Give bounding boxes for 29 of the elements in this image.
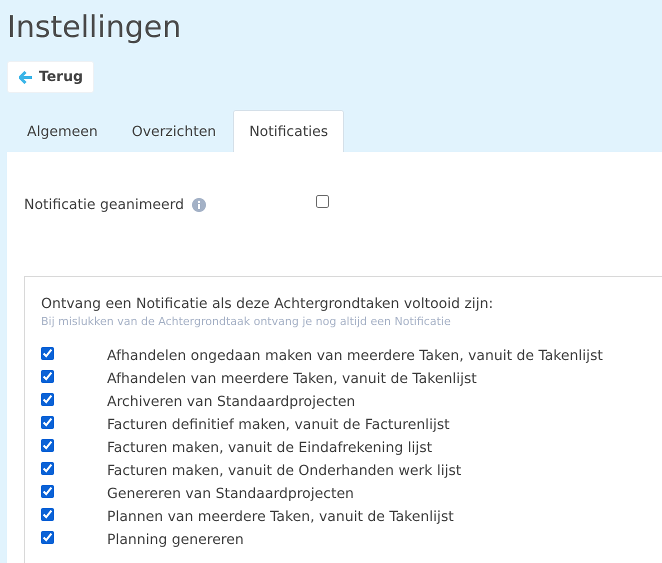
info-icon — [192, 198, 206, 212]
page-title: Instellingen — [7, 9, 182, 46]
task-label: Planning genereren — [107, 532, 244, 548]
checkbox[interactable] — [41, 393, 54, 406]
tab[interactable]: Notificaties — [233, 110, 344, 152]
panel-note: Bij mislukken van de Achtergrondtaak ontvang je nog altijd een Notificatie — [41, 314, 452, 330]
tab[interactable]: Algemeen — [10, 110, 115, 152]
checkbox[interactable] — [41, 416, 54, 429]
checkbox[interactable] — [41, 508, 54, 521]
checkbox[interactable] — [41, 347, 54, 360]
checkbox[interactable] — [41, 370, 54, 383]
back-button[interactable]: Terug — [7, 61, 94, 93]
checkbox[interactable] — [41, 462, 54, 475]
arrow-left-icon — [19, 70, 33, 84]
setting-label: Notificatie geanimeerd — [24, 197, 184, 213]
tab[interactable]: Overzichten — [114, 110, 234, 152]
checkbox[interactable] — [41, 439, 54, 452]
task-label: Genereren van Standaardprojecten — [107, 486, 354, 502]
checkbox[interactable] — [41, 531, 54, 544]
task-label: Plannen van meerdere Taken, vanuit de Takenlijst — [107, 508, 454, 524]
task-label: Afhandelen ongedaan maken van meerdere Taken, vanuit de Takenlijst — [107, 348, 603, 364]
task-label: Archiveren van Standaardprojecten — [107, 394, 356, 410]
checkbox[interactable] — [316, 194, 330, 208]
task-label: Facturen maken, vanuit de Eindafrekening lijst — [107, 440, 432, 456]
task-label: Afhandelen van meerdere Taken, vanuit de Takenlijst — [107, 370, 477, 386]
checkbox[interactable] — [41, 485, 54, 498]
panel-heading: Ontvang een Notificatie als deze Achtergrondtaken voltooid zijn: — [41, 295, 494, 314]
task-label: Facturen maken, vanuit de Onderhanden werk lijst — [107, 462, 462, 478]
task-label: Facturen definitief maken, vanuit de Facturenlijst — [107, 416, 450, 432]
